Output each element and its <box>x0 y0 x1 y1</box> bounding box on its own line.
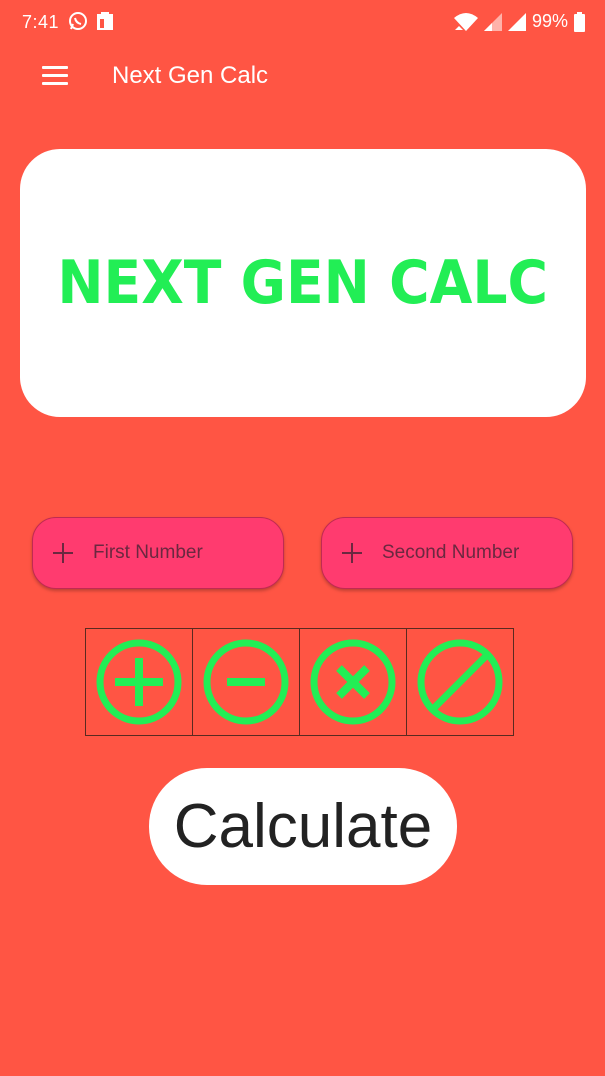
status-bar: 7:41 99% <box>0 0 605 44</box>
minus-circle-icon <box>203 639 289 725</box>
app-bar: Next Gen Calc <box>0 44 605 108</box>
second-number-input[interactable] <box>382 542 552 564</box>
app-title: Next Gen Calc <box>112 62 269 89</box>
signal-icon <box>507 12 526 31</box>
first-number-field[interactable] <box>32 517 284 589</box>
status-system-icons: 99% <box>453 11 585 32</box>
plus-circle-icon <box>96 639 182 725</box>
calculate-button[interactable]: Calculate <box>149 768 457 885</box>
second-number-field[interactable] <box>321 517 573 589</box>
slash-circle-icon <box>417 639 503 725</box>
hamburger-menu-icon[interactable] <box>42 66 68 86</box>
clipboard-icon <box>97 12 113 30</box>
divide-operation-button[interactable] <box>406 628 514 736</box>
whatsapp-icon <box>69 12 87 30</box>
plus-icon <box>342 543 362 563</box>
subtract-operation-button[interactable] <box>192 628 300 736</box>
wifi-icon <box>453 12 478 31</box>
title-banner: NEXT GEN CALC <box>20 149 586 417</box>
status-time: 7:41 <box>22 12 60 32</box>
first-number-input[interactable] <box>93 542 263 564</box>
signal-icon <box>483 12 502 31</box>
banner-title: NEXT GEN CALC <box>57 248 549 318</box>
multiply-operation-button[interactable] <box>299 628 407 736</box>
add-operation-button[interactable] <box>85 628 193 736</box>
plus-icon <box>53 543 73 563</box>
battery-percentage: 99% <box>531 11 568 31</box>
times-circle-icon <box>310 639 396 725</box>
battery-icon <box>574 11 585 32</box>
operation-selector <box>85 628 514 736</box>
status-notification-icons <box>68 11 114 31</box>
